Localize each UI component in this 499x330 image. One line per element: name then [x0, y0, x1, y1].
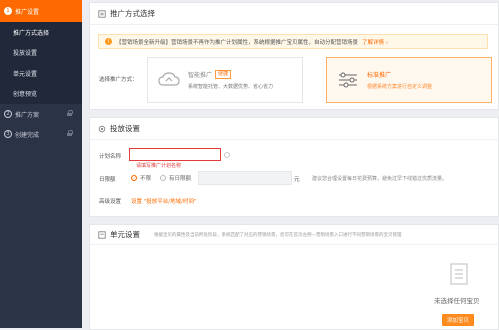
section-header: 推广方式选择	[90, 3, 498, 25]
alert-icon: !	[105, 38, 112, 45]
lock-icon	[67, 110, 73, 116]
step-number: 3	[4, 130, 12, 138]
step-number: 2	[4, 110, 12, 118]
method-section: 推广方式选择 ! 【营销场景全新升级】营销场景不再作为推广计划属性，系统根据推广…	[89, 2, 499, 110]
advanced-label: 高级设置	[99, 199, 122, 205]
sidebar: 1 推广设置 推广方式选择 投放设置 单元设置 创意预览 2 推广方案 3 创建…	[0, 0, 82, 328]
cloud-icon	[158, 72, 180, 86]
mode-desc: 根据系统方案进行自定义调整	[367, 84, 433, 90]
mode-title: 标准推广	[367, 72, 392, 79]
upgrade-notice: ! 【营销场景全新升级】营销场景不再作为推广计划属性，系统根据推广宝贝属性，自动…	[98, 34, 488, 49]
main-content: 推广方式选择 ! 【营销场景全新升级】营销场景不再作为推广计划属性，系统根据推广…	[89, 0, 499, 330]
plan-name-label: 计划名称	[99, 154, 122, 160]
add-item-button[interactable]: 添加宝贝	[442, 314, 474, 326]
section-title: 投放设置	[110, 124, 140, 133]
radio-label: 不限	[140, 176, 152, 182]
sidebar-step-label: 创建完成	[15, 131, 40, 139]
budget-input[interactable]	[198, 171, 292, 185]
budget-label: 日限额	[99, 177, 116, 183]
section-header: 单元设置 根据宝贝的属性及当前所处阶段，系统匹配了对应的营销场景，您可在首页左侧…	[90, 225, 498, 245]
info-icon	[224, 152, 230, 158]
budget-hint: 建议您合理设置每日花费预算，避免过早下线错过优质流量。	[312, 176, 448, 182]
plan-name-error: 请填写推广计划名称	[136, 163, 182, 169]
step-number: 1	[4, 7, 12, 15]
delivery-section: 投放设置 计划名称 请填写推广计划名称 日限额 不限 有日限额 元 建议您合理设…	[89, 117, 499, 217]
budget-daily-radio[interactable]: 有日限额	[160, 174, 191, 182]
radio-dot	[131, 175, 137, 181]
section-title: 推广方式选择	[110, 9, 155, 18]
empty-list-icon	[450, 263, 468, 285]
empty-text: 未选择任何宝贝	[434, 297, 480, 305]
sidebar-item-unit[interactable]: 单元设置	[0, 63, 82, 84]
standard-mode-option[interactable]: 标准推广 根据系统方案进行自定义调整	[326, 57, 492, 103]
sidebar-item-method[interactable]: 推广方式选择	[0, 22, 82, 43]
gear-icon	[98, 125, 106, 132]
budget-unlimited-radio[interactable]: 不限	[131, 174, 151, 182]
sidebar-step-label: 推广设置	[15, 8, 40, 16]
section-title: 单元设置	[110, 230, 140, 239]
mode-label: 选择推广方式：	[99, 77, 138, 83]
sidebar-step-settings[interactable]: 1 推广设置	[0, 0, 82, 22]
budget-unit: 元	[294, 177, 300, 183]
mode-title: 智能推广	[188, 72, 213, 79]
advanced-settings-link[interactable]: 设置 "投放平台/地域/时间"	[131, 197, 197, 205]
section-header: 投放设置	[90, 118, 498, 140]
radio-label: 有日限额	[169, 176, 192, 182]
lock-icon	[67, 130, 73, 136]
sidebar-step-plan[interactable]: 2 推广方案	[0, 104, 82, 124]
sidebar-item-delivery[interactable]: 投放设置	[0, 43, 82, 64]
plan-name-input[interactable]	[129, 148, 221, 161]
smart-mode-option[interactable]: 智能推广 便捷 系统智能托管、大数据优势、省心省力	[147, 57, 303, 103]
document-icon	[98, 230, 106, 239]
mode-desc: 系统智能托管、大数据优势、省心省力	[188, 84, 274, 90]
notice-link[interactable]: 了解详情 ›	[362, 38, 388, 46]
sidebar-step-done[interactable]: 3 创建完成	[0, 124, 82, 144]
sliders-icon	[339, 72, 357, 88]
section-desc: 根据宝贝的属性及当前所处阶段，系统匹配了对应的营销场景，您可在首页左侧—营销场景…	[154, 232, 402, 238]
sidebar-step-label: 推广方案	[15, 111, 40, 119]
mode-tag: 便捷	[215, 70, 232, 79]
radio-dot	[160, 175, 166, 181]
sidebar-item-creative[interactable]: 创意预览	[0, 84, 82, 105]
notice-text: 【营销场景全新升级】营销场景不再作为推广计划属性，系统根据推广宝贝属性，自动分配…	[116, 39, 359, 46]
document-icon	[98, 9, 106, 18]
unit-section: 单元设置 根据宝贝的属性及当前所处阶段，系统匹配了对应的营销场景，您可在首页左侧…	[89, 224, 499, 330]
sidebar-submenu: 推广方式选择 投放设置 单元设置 创意预览	[0, 22, 82, 104]
